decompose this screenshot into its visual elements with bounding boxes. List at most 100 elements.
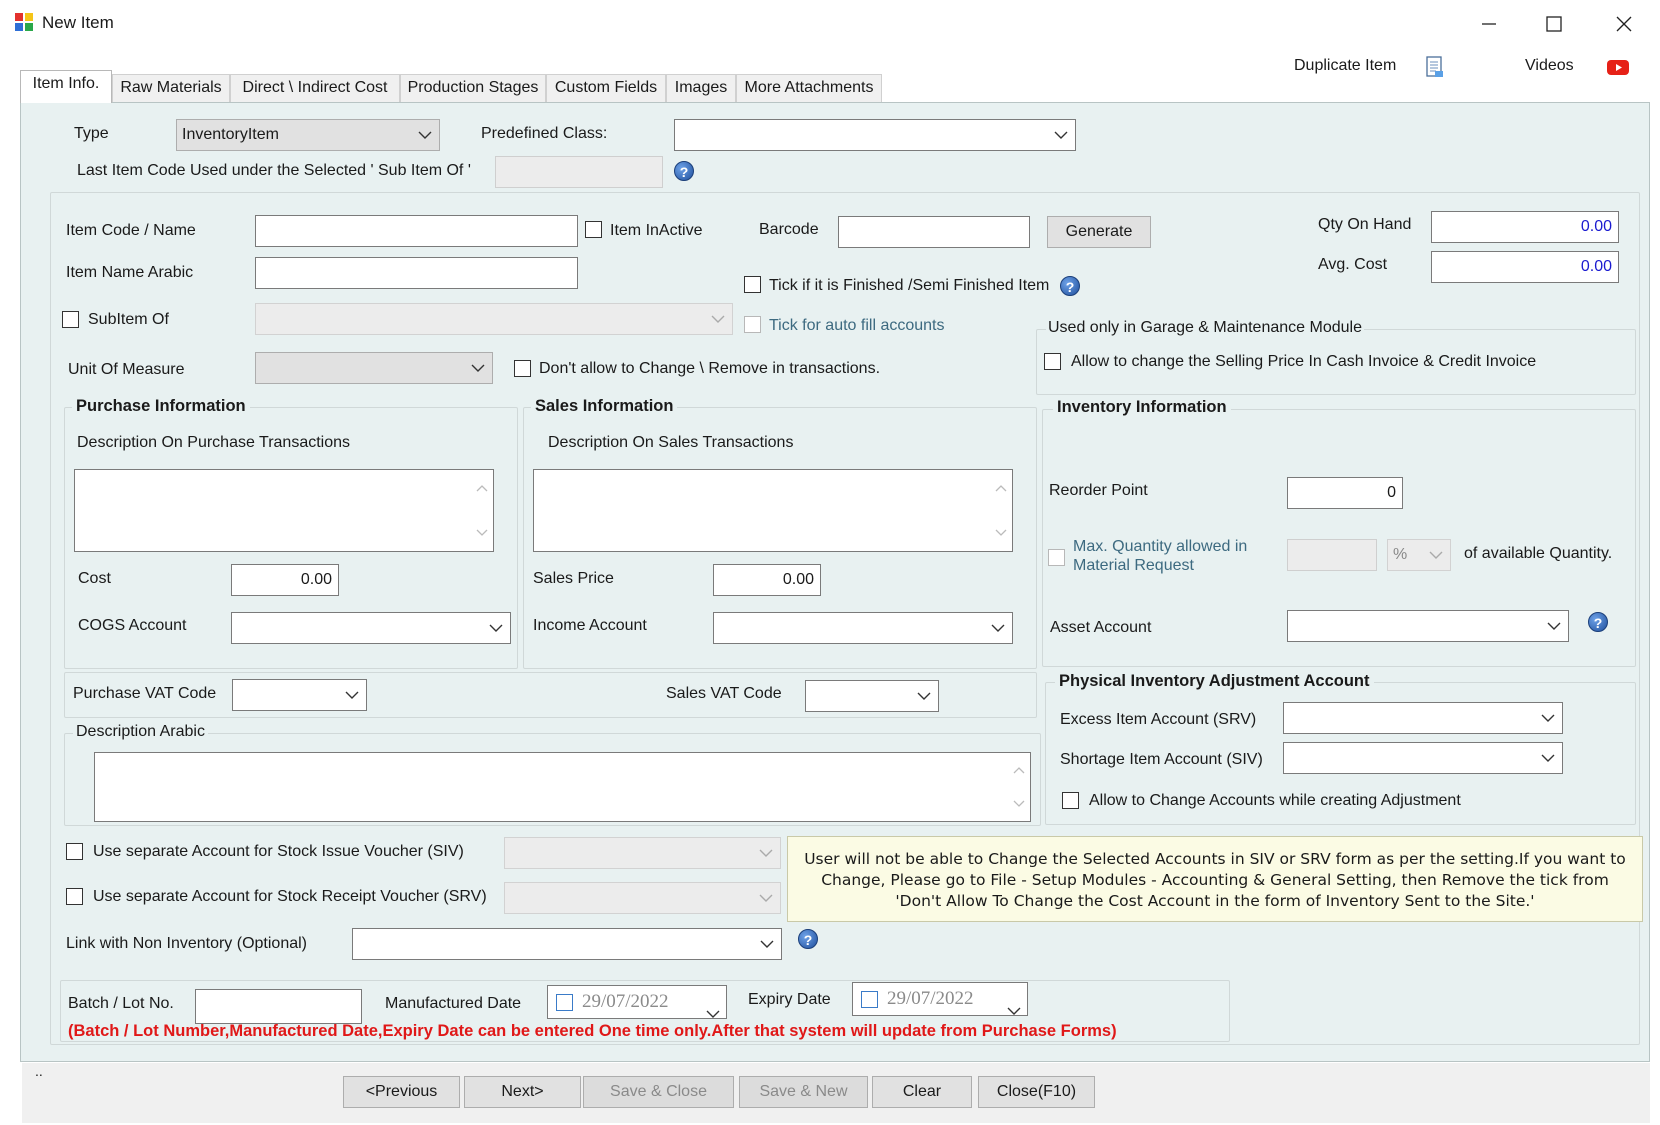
help-icon[interactable]: ? [674,161,694,181]
auto-fill-label: Tick for auto fill accounts [769,317,945,334]
sales-price-label: Sales Price [533,570,614,587]
excess-account-select[interactable] [1283,702,1563,734]
duplicate-item-link[interactable]: Duplicate Item [1294,57,1396,75]
cost-input[interactable] [231,564,339,596]
youtube-icon[interactable] [1606,59,1630,76]
tab-more-attachments[interactable]: More Attachments [736,74,882,102]
purchase-desc-label: Description On Purchase Transactions [77,434,351,451]
item-inactive-checkbox[interactable] [585,221,602,238]
dont-allow-change-checkbox[interactable] [514,360,531,377]
expiry-date-checkbox[interactable] [861,991,878,1008]
description-arabic-textarea[interactable] [94,752,1031,822]
siv-account-select [504,837,781,869]
document-icon[interactable] [1425,55,1445,79]
scroll-down-icon[interactable] [995,524,1007,542]
sales-desc-textarea[interactable] [533,469,1013,552]
generate-button[interactable]: Generate [1047,216,1151,248]
maximize-icon[interactable] [1541,14,1567,34]
scrollbar[interactable] [1009,754,1029,820]
expiry-date-picker[interactable]: 29/07/2022 [852,982,1028,1016]
clear-button[interactable]: Clear [872,1076,972,1108]
predefined-class-select[interactable] [674,119,1076,151]
scroll-down-icon[interactable] [1013,795,1025,813]
title-bar: New Item [0,0,1660,48]
predefined-class-label: Predefined Class: [481,125,608,142]
cogs-account-select[interactable] [231,612,511,644]
videos-link[interactable]: Videos [1525,57,1574,75]
chevron-down-icon [1546,611,1562,641]
uom-select[interactable] [255,352,493,384]
close-button[interactable]: Close(F10) [978,1076,1095,1108]
manufactured-date-picker[interactable]: 29/07/2022 [547,985,727,1019]
finished-item-checkbox[interactable] [744,276,761,293]
item-name-arabic-input[interactable] [255,257,578,289]
barcode-input[interactable] [838,216,1030,248]
item-code-input[interactable] [255,215,578,247]
scrollbar[interactable] [991,471,1011,550]
tab-item-info[interactable]: Item Info. [20,70,112,103]
max-qty-label-2: Material Request [1073,557,1194,574]
item-inactive-label: Item InActive [610,222,703,239]
link-non-inventory-label: Link with Non Inventory (Optional) [66,935,307,952]
scroll-up-icon[interactable] [476,479,488,497]
type-select[interactable]: InventoryItem [176,119,440,151]
scrollbar[interactable] [472,471,492,550]
tab-direct-indirect-cost[interactable]: Direct \ Indirect Cost [230,74,400,102]
link-non-inventory-select[interactable] [352,928,782,960]
subitem-checkbox[interactable] [62,311,79,328]
chevron-down-icon [417,120,433,150]
chevron-down-icon [488,613,504,643]
uom-label: Unit Of Measure [68,361,185,378]
purchase-desc-textarea[interactable] [74,469,494,552]
previous-button[interactable]: <Previous [343,1076,460,1108]
shortage-account-select[interactable] [1283,742,1563,774]
scroll-down-icon[interactable] [476,524,488,542]
tab-custom-fields[interactable]: Custom Fields [546,74,666,102]
next-button[interactable]: Next> [464,1076,581,1108]
window-title: New Item [42,13,114,32]
purchase-vat-select[interactable] [232,679,367,711]
close-icon[interactable] [1611,14,1637,34]
chevron-down-icon [758,883,774,913]
cogs-account-label: COGS Account [78,617,187,634]
tab-production-stages[interactable]: Production Stages [400,74,546,102]
reorder-point-label: Reorder Point [1049,482,1148,499]
physical-adjustment-title: Physical Inventory Adjustment Account [1055,672,1374,691]
siv-checkbox[interactable] [66,843,83,860]
tab-raw-materials[interactable]: Raw Materials [112,74,230,102]
srv-checkbox[interactable] [66,888,83,905]
shortage-account-label: Shortage Item Account (SIV) [1060,751,1263,768]
help-icon[interactable]: ? [798,929,818,949]
auto-fill-checkbox[interactable] [744,316,761,333]
item-code-label: Item Code / Name [66,222,196,239]
chevron-down-icon [1540,703,1556,733]
reorder-point-input[interactable] [1287,477,1403,509]
help-icon[interactable]: ? [1588,612,1608,632]
allow-change-accounts-checkbox[interactable] [1062,792,1079,809]
batch-lot-label: Batch / Lot No. [68,995,174,1012]
scroll-up-icon[interactable] [1013,761,1025,779]
tab-images[interactable]: Images [666,74,736,102]
garage-allow-checkbox[interactable] [1044,353,1061,370]
batch-lot-input[interactable] [195,989,362,1024]
qty-on-hand-field [1431,211,1619,243]
max-qty-checkbox[interactable] [1048,549,1065,566]
sales-price-input[interactable] [713,564,821,596]
help-icon[interactable]: ? [1060,276,1080,296]
minimize-icon[interactable] [1476,14,1502,34]
subitem-label: SubItem Of [88,311,169,328]
income-account-select[interactable] [713,612,1013,644]
info-note-text: User will not be able to Change the Sele… [804,850,1626,910]
manufactured-date-checkbox[interactable] [556,994,573,1011]
avg-cost-label: Avg. Cost [1318,256,1388,273]
asset-account-select[interactable] [1287,610,1569,642]
sales-vat-select[interactable] [805,680,939,712]
chevron-down-icon [1053,120,1069,150]
save-new-button[interactable]: Save & New [739,1076,868,1108]
avg-cost-field [1431,251,1619,283]
srv-label: Use separate Account for Stock Receipt V… [93,888,487,905]
save-close-button[interactable]: Save & Close [583,1076,734,1108]
type-label: Type [74,125,109,142]
manufactured-date-label: Manufactured Date [385,995,522,1012]
scroll-up-icon[interactable] [995,479,1007,497]
